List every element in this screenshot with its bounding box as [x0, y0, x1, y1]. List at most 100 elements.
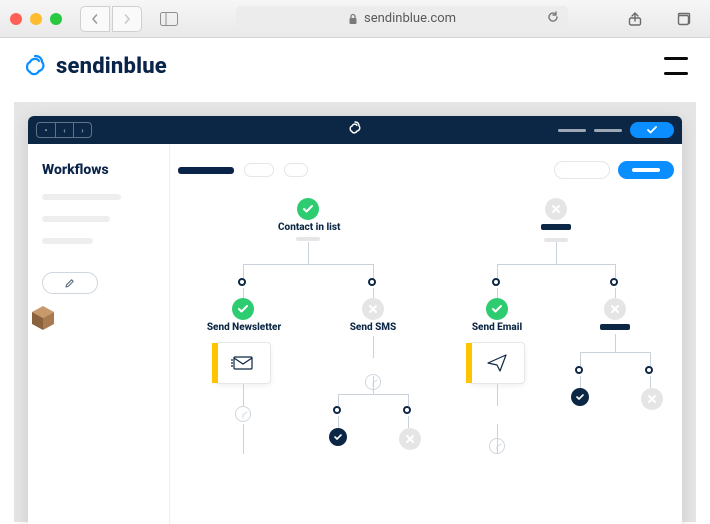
- node-label-redacted: [541, 224, 571, 230]
- app-window-controls: • ‹ ›: [36, 122, 92, 138]
- connector: [497, 264, 615, 265]
- node-status-disabled[interactable]: [604, 298, 626, 320]
- paper-plane-icon: [486, 353, 508, 373]
- connector: [373, 376, 374, 394]
- connector: [408, 416, 409, 428]
- package-icon: [26, 302, 60, 332]
- node-status-check[interactable]: [486, 298, 508, 320]
- node-junction: [492, 278, 500, 286]
- connector: [408, 394, 409, 406]
- topbar-item-2[interactable]: [594, 129, 622, 132]
- canvas-top-row: [178, 158, 674, 182]
- sidebar-item[interactable]: [42, 238, 93, 244]
- node-result-success[interactable]: [329, 428, 347, 446]
- tab-active[interactable]: [178, 167, 234, 174]
- node-junction: [575, 366, 583, 374]
- node-label-email: Send Email: [470, 322, 524, 333]
- connector: [243, 384, 244, 406]
- connector: [497, 384, 498, 406]
- canvas-actions: [554, 161, 674, 179]
- minimize-window-button[interactable]: [30, 13, 42, 25]
- primary-action[interactable]: [618, 161, 674, 179]
- app-body: Workflows: [28, 144, 682, 524]
- topbar-item-1[interactable]: [558, 129, 586, 132]
- node-junction: [645, 366, 653, 374]
- connector: [373, 264, 374, 278]
- connector: [497, 288, 498, 298]
- connector: [373, 288, 374, 298]
- connector: [650, 376, 651, 388]
- app-dot: •: [37, 123, 55, 137]
- node-label-sms: Send SMS: [346, 322, 400, 333]
- forward-button[interactable]: [112, 6, 142, 32]
- sidebar-toggle-icon[interactable]: [152, 6, 186, 32]
- envelope-icon: [231, 354, 255, 372]
- workflow-canvas[interactable]: Contact in list: [170, 144, 682, 524]
- connector: [243, 264, 244, 278]
- node-junction: [610, 278, 618, 286]
- connector: [580, 376, 581, 388]
- secondary-action[interactable]: [554, 161, 610, 179]
- back-button[interactable]: [80, 6, 110, 32]
- connector: [615, 264, 616, 278]
- connector: [243, 288, 244, 298]
- sidebar-item[interactable]: [42, 216, 110, 222]
- browser-toolbar: sendinblue.com: [0, 0, 710, 38]
- address-bar[interactable]: sendinblue.com: [236, 6, 568, 32]
- workflow-graph: Contact in list: [178, 192, 674, 524]
- connector: [556, 242, 557, 264]
- tabs-icon[interactable]: [666, 6, 700, 32]
- connector: [308, 242, 309, 264]
- brand-icon: [22, 53, 48, 79]
- connector: [373, 336, 374, 358]
- tab-item[interactable]: [244, 163, 274, 177]
- site-header: sendinblue: [0, 38, 710, 94]
- edit-button[interactable]: [42, 272, 98, 294]
- refresh-icon[interactable]: [546, 10, 560, 28]
- connector: [615, 288, 616, 298]
- node-result-fail[interactable]: [399, 428, 421, 450]
- stage: • ‹ › Workflows: [14, 102, 696, 522]
- node-status-disabled[interactable]: [545, 198, 567, 220]
- app-logo: [347, 120, 363, 140]
- brand-name: sendinblue: [56, 54, 167, 79]
- connector: [580, 352, 650, 353]
- node-label-newsletter: Send Newsletter: [204, 322, 284, 333]
- node-status-check[interactable]: [297, 198, 319, 220]
- lock-icon: [348, 13, 358, 25]
- sidebar-item[interactable]: [42, 194, 121, 200]
- node-result-success[interactable]: [571, 388, 589, 406]
- maximize-window-button[interactable]: [50, 13, 62, 25]
- node-junction: [368, 278, 376, 286]
- sidebar: Workflows: [28, 144, 170, 524]
- app-window: • ‹ › Workflows: [28, 116, 682, 524]
- traffic-lights: [10, 13, 62, 25]
- menu-button[interactable]: [664, 57, 688, 75]
- node-card-email[interactable]: [469, 342, 525, 384]
- connector: [580, 352, 581, 366]
- address-bar-text: sendinblue.com: [364, 11, 456, 26]
- connector: [497, 264, 498, 278]
- node-result-fail[interactable]: [641, 388, 663, 410]
- node-label-redacted: [600, 324, 630, 330]
- node-status-disabled[interactable]: [362, 298, 384, 320]
- node-junction: [403, 406, 411, 414]
- connector: [243, 424, 244, 454]
- app-left-icon[interactable]: ‹: [55, 123, 73, 137]
- brand[interactable]: sendinblue: [22, 53, 167, 79]
- app-right-icon[interactable]: ›: [73, 123, 91, 137]
- node-junction: [333, 406, 341, 414]
- topbar-cta[interactable]: [630, 122, 674, 138]
- share-icon[interactable]: [618, 6, 652, 32]
- app-topbar: • ‹ ›: [28, 116, 682, 144]
- connector: [338, 394, 339, 406]
- connector: [650, 352, 651, 366]
- node-card-newsletter[interactable]: [215, 342, 271, 384]
- node-status-check[interactable]: [232, 298, 254, 320]
- wait-icon: [235, 406, 251, 422]
- connector: [338, 416, 339, 428]
- tab-item[interactable]: [284, 163, 308, 177]
- canvas-tabs: [178, 163, 308, 177]
- connector: [243, 264, 373, 265]
- close-window-button[interactable]: [10, 13, 22, 25]
